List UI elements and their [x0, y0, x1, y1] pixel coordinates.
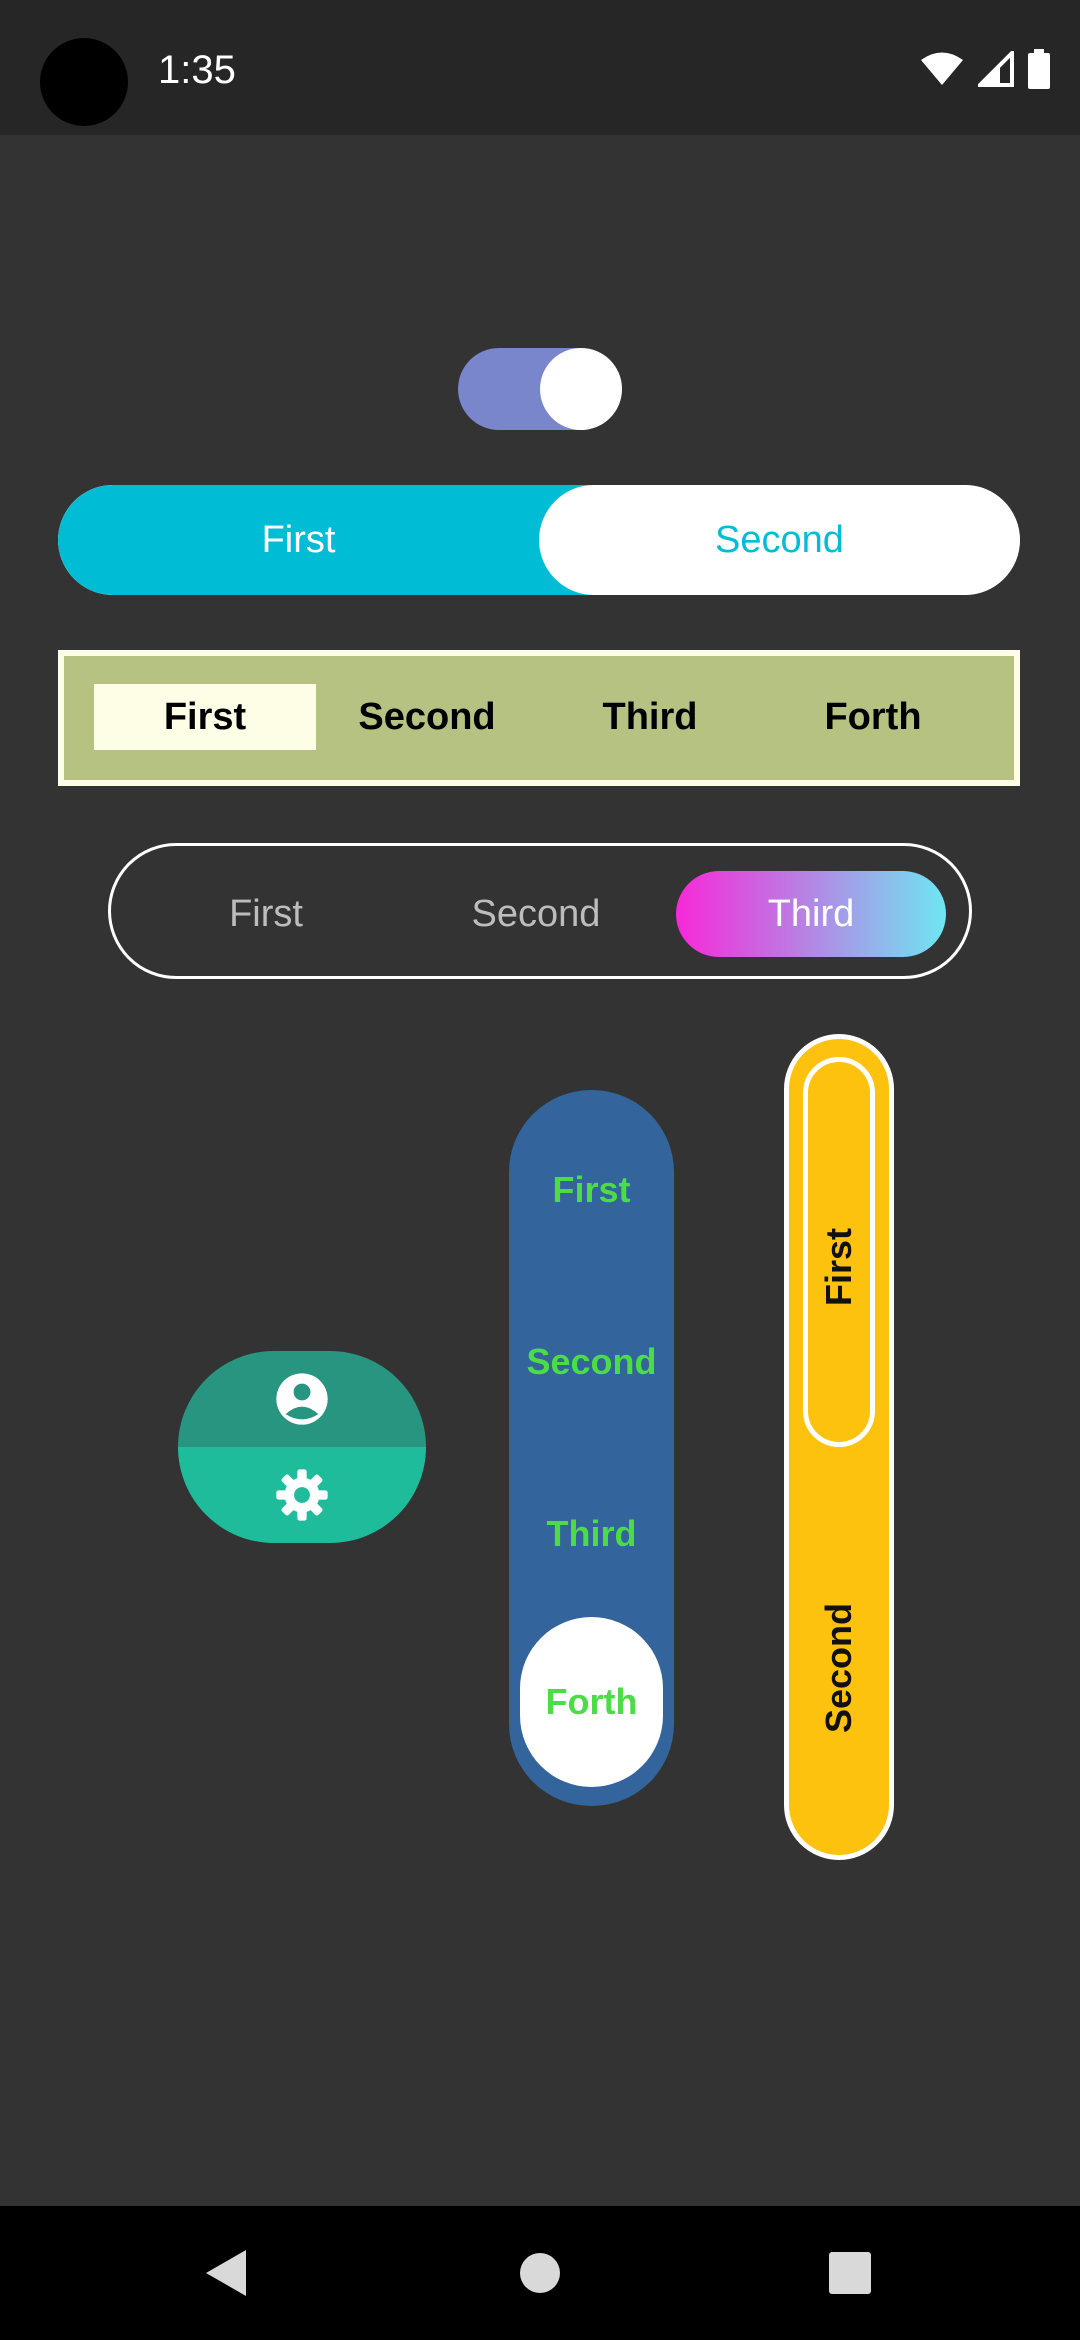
segmented-outline-control: First Second Third [108, 843, 972, 979]
toggle-knob [540, 348, 622, 430]
signal-icon [978, 51, 1014, 87]
camera-cutout [40, 38, 128, 126]
battery-icon [1028, 49, 1050, 89]
status-bar: 1:35 [0, 0, 1080, 135]
icon-toggle-settings[interactable] [178, 1447, 426, 1543]
outline-segment-third[interactable]: Third [676, 871, 946, 957]
back-icon[interactable] [204, 2248, 248, 2298]
vertical-segment-first[interactable]: First [509, 1105, 674, 1275]
box-segment-first[interactable]: First [94, 684, 316, 750]
yellow-segment-first[interactable]: First [814, 1117, 864, 1417]
status-time: 1:35 [158, 48, 236, 92]
wifi-icon [921, 52, 963, 85]
box-segment-second[interactable]: Second [316, 684, 538, 750]
home-icon[interactable] [519, 2252, 561, 2294]
navigation-bar [0, 2206, 1080, 2340]
account-circle-icon [276, 1373, 328, 1425]
vertical-segment-third[interactable]: Third [509, 1449, 674, 1619]
outline-segment-second[interactable]: Second [401, 871, 671, 957]
segment-second[interactable]: Second [539, 485, 1020, 595]
vertical-segmented-blue: First Second Third Forth [509, 1090, 674, 1806]
status-icons [920, 48, 1050, 90]
box-segment-forth[interactable]: Forth [762, 684, 984, 750]
icon-toggle-account[interactable] [178, 1351, 426, 1447]
vertical-segment-forth[interactable]: Forth [509, 1617, 674, 1787]
icon-toggle-control [178, 1351, 426, 1543]
outline-segment-first[interactable]: First [131, 871, 401, 957]
box-segment-third[interactable]: Third [539, 684, 761, 750]
vertical-segmented-yellow: First Second [784, 1034, 894, 1860]
segment-first[interactable]: First [58, 485, 539, 595]
toggle-switch[interactable] [458, 348, 622, 430]
segmented-pill-control: First Second [58, 485, 1020, 595]
settings-gear-icon [276, 1469, 328, 1521]
vertical-segment-second[interactable]: Second [509, 1277, 674, 1447]
segmented-box-control: First Second Third Forth [58, 650, 1020, 786]
yellow-segment-second[interactable]: Second [814, 1518, 864, 1818]
recents-icon[interactable] [829, 2252, 871, 2294]
